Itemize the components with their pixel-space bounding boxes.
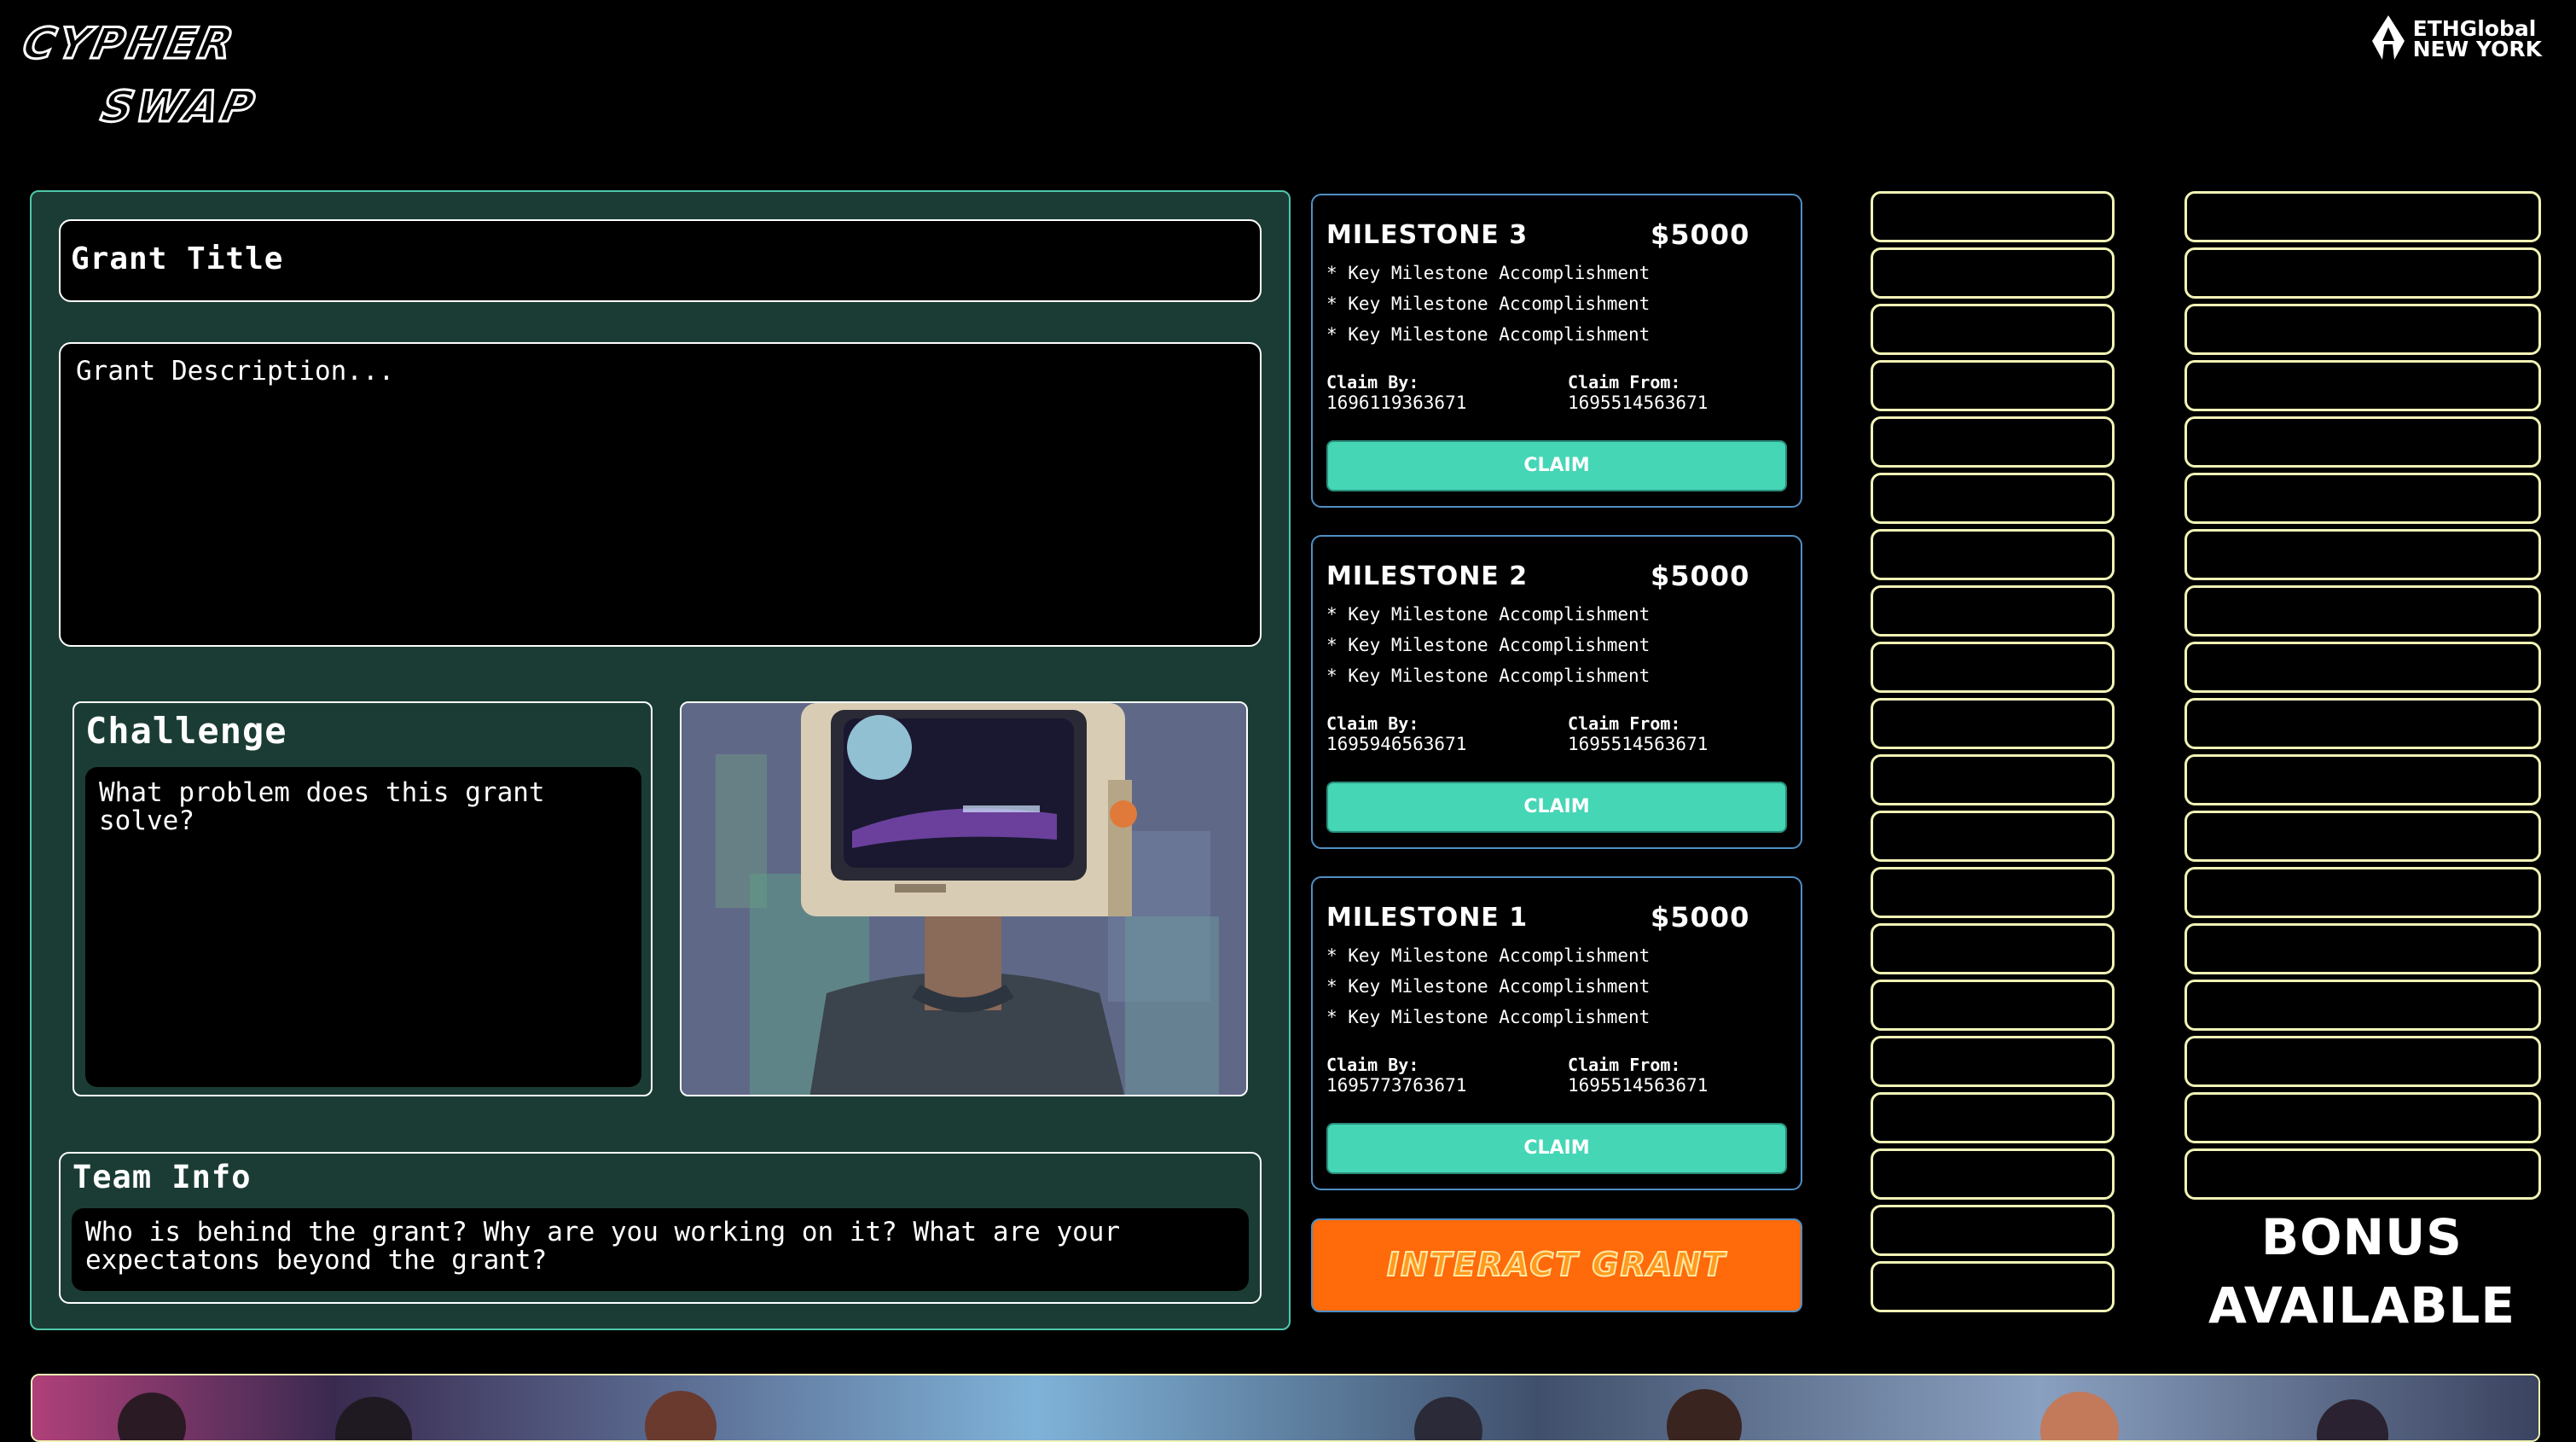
empty-slot[interactable]	[2184, 867, 2541, 918]
empty-slot[interactable]	[2184, 1092, 2541, 1143]
claim-from-label: Claim From:	[1568, 372, 1681, 392]
empty-slot[interactable]	[2184, 1148, 2541, 1200]
empty-slot[interactable]	[1871, 529, 2115, 580]
empty-slot[interactable]	[1871, 867, 2115, 918]
interact-grant-label: INTERACT GRANT	[1386, 1245, 1726, 1284]
milestone-item: * Key Milestone Accomplishment	[1326, 294, 1651, 314]
empty-slot[interactable]	[2184, 529, 2541, 580]
milestone-title: MILESTONE 2	[1326, 561, 1529, 591]
milestone-item: * Key Milestone Accomplishment	[1326, 604, 1651, 625]
claim-from-label: Claim From:	[1568, 713, 1681, 734]
empty-slot[interactable]	[1871, 1261, 2115, 1312]
empty-slot[interactable]	[1871, 811, 2115, 862]
milestone-title: MILESTONE 1	[1326, 903, 1529, 933]
empty-slot[interactable]	[1871, 247, 2115, 299]
empty-slot[interactable]	[1871, 642, 2115, 693]
claim-from-value: 1695514563671	[1568, 392, 1709, 413]
logo-cypher: CYPHER	[17, 18, 241, 70]
milestone-item: * Key Milestone Accomplishment	[1326, 324, 1651, 345]
claim-from-label: Claim From:	[1568, 1055, 1681, 1075]
interact-grant-button[interactable]: INTERACT GRANT	[1311, 1218, 1802, 1312]
claim-by-value: 1695946563671	[1326, 734, 1467, 754]
milestone-item: * Key Milestone Accomplishment	[1326, 945, 1651, 966]
milestone-amount: $5000	[1651, 901, 1750, 933]
challenge-title: Challenge	[85, 710, 287, 752]
empty-slot[interactable]	[1871, 360, 2115, 411]
milestone-amount: $5000	[1651, 560, 1750, 592]
empty-slot[interactable]	[1871, 1036, 2115, 1087]
empty-slot[interactable]	[1871, 754, 2115, 805]
empty-slot[interactable]	[1871, 191, 2115, 242]
challenge-input[interactable]: What problem does this grant solve?	[85, 767, 641, 1087]
empty-slot[interactable]	[2184, 360, 2541, 411]
empty-slot[interactable]	[2184, 811, 2541, 862]
empty-slot[interactable]	[2184, 247, 2541, 299]
milestone-item: * Key Milestone Accomplishment	[1326, 666, 1651, 686]
team-info-title: Team Info	[73, 1159, 252, 1195]
milestone-item: * Key Milestone Accomplishment	[1326, 635, 1651, 655]
milestone-title: MILESTONE 3	[1326, 220, 1529, 250]
empty-slot[interactable]	[1871, 698, 2115, 749]
empty-slot[interactable]	[1871, 585, 2115, 637]
claim-by-label: Claim By:	[1326, 372, 1419, 392]
empty-slot[interactable]	[1871, 1205, 2115, 1256]
grant-description-input[interactable]: Grant Description...	[59, 342, 1262, 647]
ethglobal-city: NEW YORK	[2412, 37, 2542, 61]
claim-from-value: 1695514563671	[1568, 1075, 1709, 1096]
milestone-item: * Key Milestone Accomplishment	[1326, 1007, 1651, 1027]
empty-slot[interactable]	[2184, 754, 2541, 805]
claim-from-value: 1695514563671	[1568, 734, 1709, 754]
empty-slot[interactable]	[2184, 304, 2541, 355]
ethglobal-badge: ETHGlobal NEW YORK	[2371, 15, 2542, 63]
grant-image[interactable]	[680, 701, 1248, 1096]
bonus-line2: AVAILABLE	[2208, 1276, 2515, 1334]
empty-slot[interactable]	[2184, 416, 2541, 468]
claim-by-value: 1695773763671	[1326, 1075, 1467, 1096]
empty-slot[interactable]	[2184, 473, 2541, 524]
empty-slot[interactable]	[1871, 473, 2115, 524]
claim-button[interactable]: CLAIM	[1326, 1123, 1787, 1174]
empty-slot[interactable]	[2184, 585, 2541, 637]
bonus-line1: BONUS	[2261, 1208, 2463, 1266]
claim-button[interactable]: CLAIM	[1326, 782, 1787, 833]
empty-slot[interactable]	[1871, 1092, 2115, 1143]
milestone-amount: $5000	[1651, 218, 1750, 251]
team-info-input[interactable]: Who is behind the grant? Why are you wor…	[72, 1208, 1249, 1291]
empty-slot[interactable]	[1871, 923, 2115, 974]
logo-swap: SWAP	[96, 81, 263, 133]
bottom-banner-image	[31, 1374, 2540, 1442]
grant-title-input[interactable]: Grant Title	[59, 219, 1262, 302]
empty-slot[interactable]	[2184, 191, 2541, 242]
milestone-item: * Key Milestone Accomplishment	[1326, 976, 1651, 997]
empty-slot[interactable]	[2184, 1036, 2541, 1087]
claim-by-label: Claim By:	[1326, 713, 1419, 734]
claim-by-label: Claim By:	[1326, 1055, 1419, 1075]
claim-button[interactable]: CLAIM	[1326, 440, 1787, 491]
empty-slot[interactable]	[2184, 698, 2541, 749]
empty-slot[interactable]	[1871, 980, 2115, 1031]
bonus-available-label: BONUS AVAILABLE	[2185, 1203, 2538, 1340]
empty-slot[interactable]	[1871, 1148, 2115, 1200]
claim-by-value: 1696119363671	[1326, 392, 1467, 413]
empty-slot[interactable]	[1871, 416, 2115, 468]
empty-slot[interactable]	[2184, 642, 2541, 693]
ethglobal-logo-icon	[2371, 15, 2405, 63]
empty-slot[interactable]	[1871, 304, 2115, 355]
empty-slot[interactable]	[2184, 923, 2541, 974]
milestone-item: * Key Milestone Accomplishment	[1326, 263, 1651, 283]
empty-slot[interactable]	[2184, 980, 2541, 1031]
